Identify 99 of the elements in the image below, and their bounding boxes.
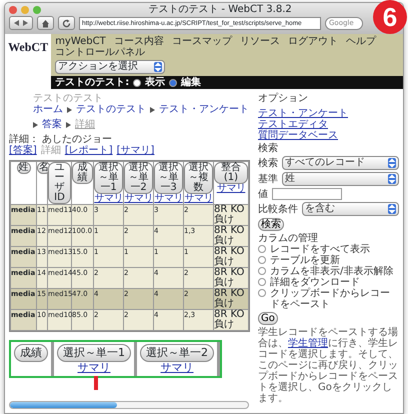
reload-button[interactable] [58,16,75,30]
separator-icon [33,122,38,128]
minimize-icon[interactable] [21,6,29,14]
dropdown-icon [388,174,396,184]
radio-label[interactable]: 詳細をダウンロード [270,277,360,288]
sidebar-link[interactable]: テストエディタ [258,119,328,130]
radio-button[interactable] [258,289,266,297]
section-heading: オプション [258,93,308,104]
radio-button[interactable] [258,245,266,253]
field-label: 比較条件 [258,204,298,214]
column-header-button[interactable]: 選択～単一3 [154,162,183,194]
column-header-button[interactable]: 選択～単一2 [140,344,214,362]
summary-link[interactable]: サマリ [124,194,153,204]
radio-button[interactable] [169,78,178,86]
go-button[interactable]: Go [258,312,278,325]
mode-label: テストのテスト: [55,77,130,88]
breadcrumb-link[interactable]: 答案 [42,119,62,130]
course-title: テストのテスト [32,93,104,104]
detail-heading: 詳細： あしたのジョー [9,134,114,145]
separator-icon [66,122,71,128]
field-label: 基準 [258,174,278,184]
table-cell: 8R KO負け [214,310,248,330]
radio-label[interactable]: 表示 [145,77,166,88]
summary-link[interactable]: サマリ [160,361,194,374]
select-value: アクションを選択 [58,61,138,73]
select-value: を含む [305,203,335,215]
reload-icon [62,18,71,28]
dropdown-icon [388,158,396,168]
column-header-button[interactable]: 選択～単一1 [57,344,131,362]
select-field[interactable]: 姓 [282,172,399,186]
dropdown-icon [388,204,396,214]
column-header-button[interactable]: 整合 (1) [214,162,248,184]
view-link[interactable]: [答案] [9,145,37,156]
select-field[interactable]: を含む [302,202,399,216]
nav-link[interactable]: ログアウト [288,36,338,47]
radio-label[interactable]: レコードをすべて表示 [270,244,370,255]
window-title: テストのテスト - WebCT 3.8.2 [148,4,292,16]
help-link[interactable]: 学生管理 [288,338,328,349]
column-header-button[interactable]: 成績 [14,344,48,362]
dropdown-icon [154,62,162,72]
home-button[interactable] [37,16,54,30]
column-header-button[interactable]: 成績 [72,162,93,184]
back-forward-button[interactable] [9,16,33,30]
action-select[interactable]: アクションを選択 [55,60,166,74]
scrollbar[interactable] [9,401,249,409]
radio-label[interactable]: 編集 [181,77,202,88]
view-link: 詳細 [40,145,61,156]
column-header-button[interactable]: 選択～単一1 [94,162,123,194]
zoom-icon[interactable] [33,6,41,14]
radio-label[interactable]: カラムを非表示/非表示解除 [270,266,394,277]
section-heading: 検索 [258,143,278,154]
summary-link[interactable]: サマリ [184,194,213,204]
nav-link[interactable]: ヘルプ [346,36,376,47]
separator-icon [150,106,155,112]
summary-link[interactable]: サマリ [214,184,248,194]
radio-label[interactable]: クリップボードからレコードをペースト [270,288,399,310]
separator-icon [67,106,72,112]
table-cell: 8R KO負け [214,247,248,267]
table-cell: 8R KO負け [214,268,248,288]
logo[interactable]: WebCT [8,42,48,53]
input-field[interactable] [272,188,342,200]
sidebar-link[interactable]: テスト・アンケート [258,108,348,119]
column-header-button[interactable]: ユーザID [48,162,71,204]
column-header-button[interactable]: 選択～複数 [184,162,213,194]
table-cell: 8R KO負け [214,226,248,246]
view-link[interactable]: [サマリ] [116,145,154,156]
breadcrumb-link[interactable]: テストのテスト [76,104,146,115]
radio-button[interactable] [258,267,266,275]
table-cell: 8R KO負け [214,289,248,309]
table-cell: 8R KO負け [214,205,248,225]
nav-link[interactable]: myWebCT [55,36,106,47]
select-value: 姓 [285,173,295,185]
nav-link[interactable]: コースマップ [172,36,232,47]
nav-link[interactable]: コース内容 [114,36,164,47]
nav-link[interactable]: コントロールパネル [55,47,146,58]
field-label: 値 [258,188,268,200]
close-icon[interactable] [9,6,17,14]
radio-button[interactable] [133,78,142,86]
help-text: 学生レコードをペーストする場合は、学生管理に行き、学生レコードを選択します。そして、このページに再び戻り、クリップボードからレコードをペーストを選択し、Goをクリックします。 [258,327,399,404]
section-heading: カラムの管理 [258,233,318,244]
arrows-icon [13,19,29,27]
breadcrumb-link[interactable]: ホーム [33,104,63,115]
summary-link[interactable]: サマリ [78,361,110,374]
column-header-button[interactable]: 選択～単一2 [124,162,153,194]
select-value: すべてのレコード [285,157,365,169]
radio-label[interactable]: テーブルを更新 [270,255,340,266]
radio-button[interactable] [258,256,266,264]
home-icon [41,18,50,28]
breadcrumb-link[interactable]: テスト・アンケート [159,104,249,115]
summary-link[interactable]: サマリ [154,194,183,204]
sidebar-link[interactable]: 質問データベース [258,130,338,141]
nav-link[interactable]: リソース [240,36,280,47]
select-field[interactable]: すべてのレコード [282,156,399,170]
radio-button[interactable] [258,278,266,286]
view-link[interactable]: [レポート] [64,145,113,156]
summary-link[interactable]: サマリ [94,194,123,204]
column-header-button[interactable]: 姓 [16,162,30,174]
search-button[interactable]: 検索 [258,218,284,231]
field-label: 検索 [258,158,278,168]
